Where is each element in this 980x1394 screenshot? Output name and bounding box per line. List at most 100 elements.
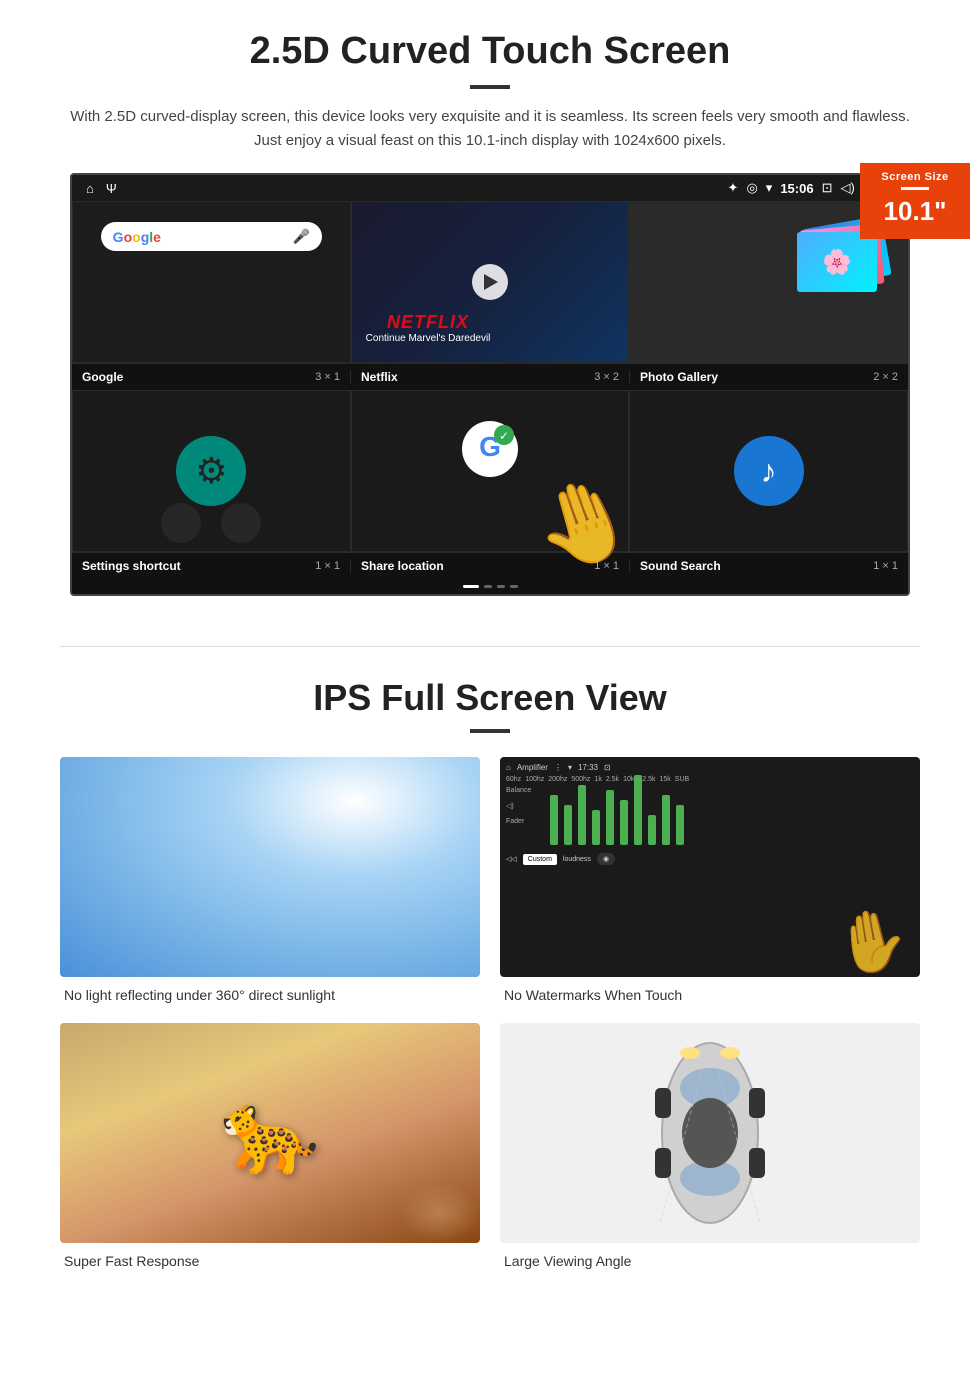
feature-img-car xyxy=(500,1023,920,1243)
section-ips: IPS Full Screen View No light reflecting… xyxy=(0,677,980,1309)
dust-cloud xyxy=(400,1183,480,1243)
feature-sunlight: No light reflecting under 360° direct su… xyxy=(60,757,480,1003)
settings-label: Settings shortcut xyxy=(82,559,181,573)
label-google: Google 3 × 1 xyxy=(72,370,351,384)
section2-underline xyxy=(470,729,510,733)
shadow-circle-2 xyxy=(221,503,261,543)
eq-bar-8 xyxy=(648,815,656,845)
photo-card-3: 🌸 xyxy=(797,232,877,292)
feature-img-amplifier: ⌂ Amplifier ⋮ ▾ 17:33 ⊡ 60hz100hz200hz50… xyxy=(500,757,920,977)
amp-back-icon: ◁◁ xyxy=(506,855,517,863)
badge-size: 10.1" xyxy=(884,196,947,226)
amp-eq-bars xyxy=(550,765,914,845)
music-note-icon: ♪ xyxy=(761,453,777,490)
feature-cheetah: 🐆 Super Fast Response xyxy=(60,1023,480,1269)
feature-caption-sunlight: No light reflecting under 360° direct su… xyxy=(60,987,480,1003)
mic-icon[interactable]: 🎤 xyxy=(293,228,310,245)
eq-bar-6 xyxy=(620,800,628,845)
status-time: 15:06 xyxy=(780,181,813,196)
photogallery-size: 2 × 2 xyxy=(873,371,898,383)
eq-bar-9 xyxy=(662,795,670,845)
sound-search-label: Sound Search xyxy=(640,559,721,573)
gear-icon: ⚙ xyxy=(195,450,227,492)
app-grid-top: Google 🎤 xyxy=(72,201,908,363)
feature-caption-cheetah: Super Fast Response xyxy=(60,1253,480,1269)
app-cell-sound-search[interactable]: ♪ xyxy=(629,390,908,552)
amp-home-icon: ⌂ xyxy=(506,763,511,772)
section-divider xyxy=(60,646,920,647)
eq-bar-5 xyxy=(606,790,614,845)
feature-img-sunlight xyxy=(60,757,480,977)
volume-icon: ◁) xyxy=(840,180,854,196)
usb-icon: Ψ xyxy=(106,181,117,196)
netflix-subtitle: Continue Marvel's Daredevil xyxy=(366,333,491,344)
dots-indicator xyxy=(72,579,908,594)
car-image xyxy=(500,1023,920,1243)
amp-left-labels: Balance ◁) Fader xyxy=(506,787,546,825)
amp-volume-icon: ◁) xyxy=(506,802,546,810)
dot-active xyxy=(463,585,479,588)
label-sound-search: Sound Search 1 × 1 xyxy=(630,559,908,573)
share-location-label: Share location xyxy=(361,559,444,573)
amp-balance-label: Balance xyxy=(506,787,546,794)
play-triangle-icon xyxy=(484,274,498,290)
google-logo: Google xyxy=(113,229,161,245)
android-screen: ⌂ Ψ ✦ ◎ ▾ 15:06 ⊡ ◁) ⊠ ▭ xyxy=(70,173,910,596)
sound-search-size: 1 × 1 xyxy=(873,560,898,572)
amp-toggle[interactable]: ◉ xyxy=(597,853,615,865)
eq-bar-1 xyxy=(550,795,558,845)
section-curved-screen: 2.5D Curved Touch Screen With 2.5D curve… xyxy=(0,0,980,616)
feature-caption-car: Large Viewing Angle xyxy=(500,1253,920,1269)
app-cell-share-location[interactable]: G ✓ 🤚 xyxy=(351,390,630,552)
gmaps-svg-icon: G ✓ xyxy=(462,421,518,477)
netflix-preview: NETFLIX Continue Marvel's Daredevil xyxy=(352,202,629,362)
bluetooth-icon: ✦ xyxy=(728,180,739,196)
eq-bar-4 xyxy=(592,810,600,845)
wifi-icon: ▾ xyxy=(766,180,773,196)
google-label: Google xyxy=(82,370,123,384)
badge-underline xyxy=(901,187,929,190)
shadow-icons xyxy=(73,503,350,551)
screen-mockup-wrapper: Screen Size 10.1" ⌂ Ψ ✦ ◎ ▾ 15:06 ⊡ ◁) xyxy=(70,173,910,596)
label-share-location: Share location 1 × 1 xyxy=(351,559,630,573)
amp-custom-btn[interactable]: Custom xyxy=(523,854,557,865)
home-icon[interactable]: ⌂ xyxy=(86,181,94,196)
share-location-size: 1 × 1 xyxy=(594,560,619,572)
settings-icon-circle: ⚙ xyxy=(176,436,246,506)
app-cell-settings[interactable]: ⚙ xyxy=(72,390,351,552)
status-bar: ⌂ Ψ ✦ ◎ ▾ 15:06 ⊡ ◁) ⊠ ▭ xyxy=(72,175,908,201)
location-icon: ◎ xyxy=(746,180,757,196)
play-button[interactable] xyxy=(472,264,508,300)
feature-amplifier: ⌂ Amplifier ⋮ ▾ 17:33 ⊡ 60hz100hz200hz50… xyxy=(500,757,920,1003)
amp-loudness-label: loudness xyxy=(563,856,591,863)
eq-bar-2 xyxy=(564,805,572,845)
netflix-logo-overlay: NETFLIX Continue Marvel's Daredevil xyxy=(366,312,491,344)
eq-bar-10 xyxy=(676,805,684,845)
app-labels-row1: Google 3 × 1 Netflix 3 × 2 Photo Gallery… xyxy=(72,363,908,390)
cheetah-image: 🐆 xyxy=(60,1023,480,1243)
netflix-logo-text: NETFLIX xyxy=(366,312,491,333)
cheetah-silhouette-icon: 🐆 xyxy=(220,1086,320,1180)
camera-icon: ⊡ xyxy=(822,180,833,196)
section1-description: With 2.5D curved-display screen, this de… xyxy=(60,105,920,153)
app-cell-google[interactable]: Google 🎤 xyxy=(72,201,351,363)
car-svg xyxy=(650,1033,770,1233)
netflix-size: 3 × 2 xyxy=(594,371,619,383)
shadow-circle-1 xyxy=(161,503,201,543)
eq-bar-7 xyxy=(634,775,642,845)
label-netflix: Netflix 3 × 2 xyxy=(351,370,630,384)
settings-size: 1 × 1 xyxy=(315,560,340,572)
sunlight-image xyxy=(60,757,480,977)
section2-title: IPS Full Screen View xyxy=(60,677,920,719)
feature-car: Large Viewing Angle xyxy=(500,1023,920,1269)
sound-preview: ♪ xyxy=(630,391,907,551)
amp-title: Amplifier xyxy=(517,763,548,772)
feature-grid: No light reflecting under 360° direct su… xyxy=(60,757,920,1269)
amp-bottom-bar: ◁◁ Custom loudness ◉ xyxy=(506,853,914,865)
touch-hand-icon: ✋ xyxy=(830,900,916,977)
google-preview: Google 🎤 xyxy=(73,202,350,362)
feature-caption-amplifier: No Watermarks When Touch xyxy=(500,987,920,1003)
app-cell-netflix[interactable]: NETFLIX Continue Marvel's Daredevil xyxy=(351,201,630,363)
feature-img-cheetah: 🐆 xyxy=(60,1023,480,1243)
google-search-bar[interactable]: Google 🎤 xyxy=(101,222,322,251)
